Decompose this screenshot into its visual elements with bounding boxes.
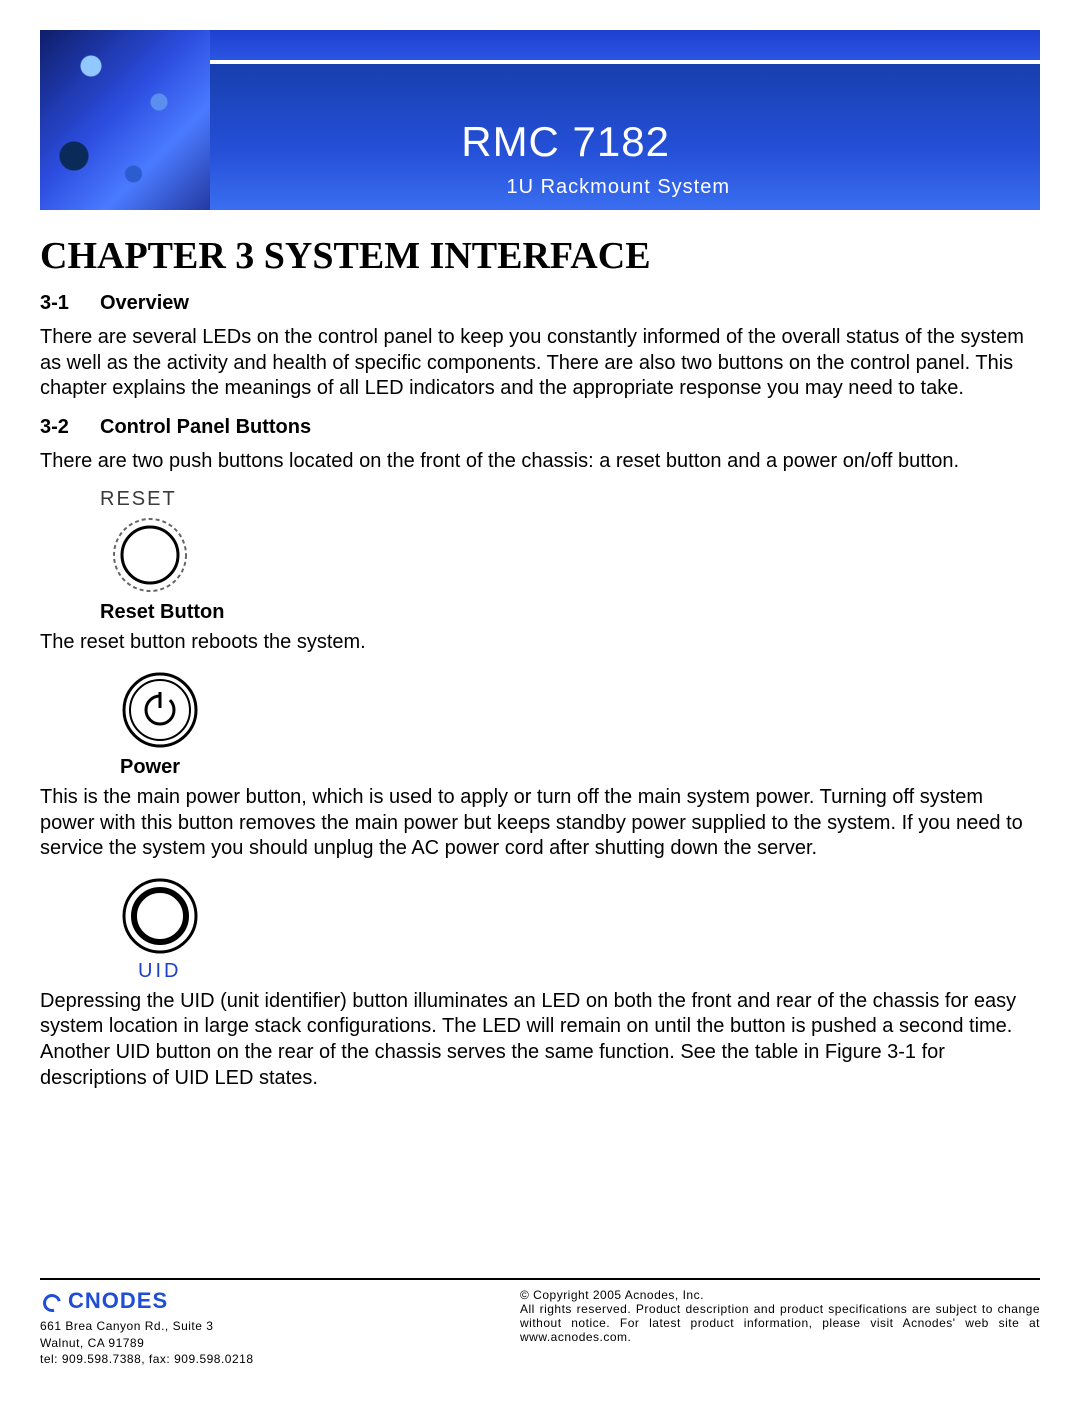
reset-body: The reset button reboots the system.: [40, 630, 1040, 656]
banner-title: RMC 7182: [461, 118, 670, 166]
uid-button-icon: [120, 876, 200, 956]
content-area: CHAPTER 3 SYSTEM INTERFACE 3-1Overview T…: [40, 234, 1040, 1091]
footer-address-line1: 661 Brea Canyon Rd., Suite 3: [40, 1318, 460, 1334]
acnodes-logo-icon: [40, 1290, 62, 1312]
power-button-figure: [120, 670, 220, 750]
footer-address-line2: Walnut, CA 91789: [40, 1335, 460, 1351]
footer-address: 661 Brea Canyon Rd., Suite 3 Walnut, CA …: [40, 1318, 460, 1367]
reset-button-figure: RESET: [100, 488, 220, 595]
power-body: This is the main power button, which is …: [40, 785, 1040, 862]
section-3-2-intro: There are two push buttons located on th…: [40, 449, 1040, 475]
section-3-1-title: Overview: [100, 292, 189, 314]
chapter-title: CHAPTER 3 SYSTEM INTERFACE: [40, 234, 1040, 278]
header-banner: RMC 7182 1U Rackmount System: [40, 30, 1040, 210]
uid-button-figure: UID: [120, 876, 220, 983]
page-footer: CNODES 661 Brea Canyon Rd., Suite 3 Waln…: [40, 1278, 1040, 1367]
footer-right: © Copyright 2005 Acnodes, Inc. All right…: [520, 1288, 1040, 1344]
power-button-icon: [120, 670, 200, 750]
reset-figure-label: RESET: [100, 488, 220, 511]
reset-button-icon: [110, 515, 190, 595]
footer-left: CNODES 661 Brea Canyon Rd., Suite 3 Waln…: [40, 1288, 460, 1367]
section-3-2-number: 3-2: [40, 416, 100, 439]
section-3-2-heading: 3-2Control Panel Buttons: [40, 416, 1040, 439]
section-3-2-title: Control Panel Buttons: [100, 416, 311, 438]
footer-logo: CNODES: [40, 1288, 460, 1314]
section-3-1-heading: 3-1Overview: [40, 292, 1040, 315]
banner-chip-image: [40, 30, 210, 210]
section-3-1-body: There are several LEDs on the control pa…: [40, 325, 1040, 402]
footer-disclaimer: All rights reserved. Product description…: [520, 1302, 1040, 1344]
reset-heading: Reset Button: [100, 601, 1040, 624]
banner-stripe: [190, 30, 1040, 60]
uid-body: Depressing the UID (unit identifier) but…: [40, 989, 1040, 1091]
section-3-1-number: 3-1: [40, 292, 100, 315]
acnodes-logo-text: CNODES: [68, 1288, 168, 1314]
power-heading: Power: [120, 756, 1040, 779]
footer-address-line3: tel: 909.598.7388, fax: 909.598.0218: [40, 1351, 460, 1367]
banner-subtitle: 1U Rackmount System: [506, 176, 730, 199]
footer-copyright: © Copyright 2005 Acnodes, Inc.: [520, 1288, 1040, 1302]
uid-figure-label: UID: [138, 960, 220, 983]
